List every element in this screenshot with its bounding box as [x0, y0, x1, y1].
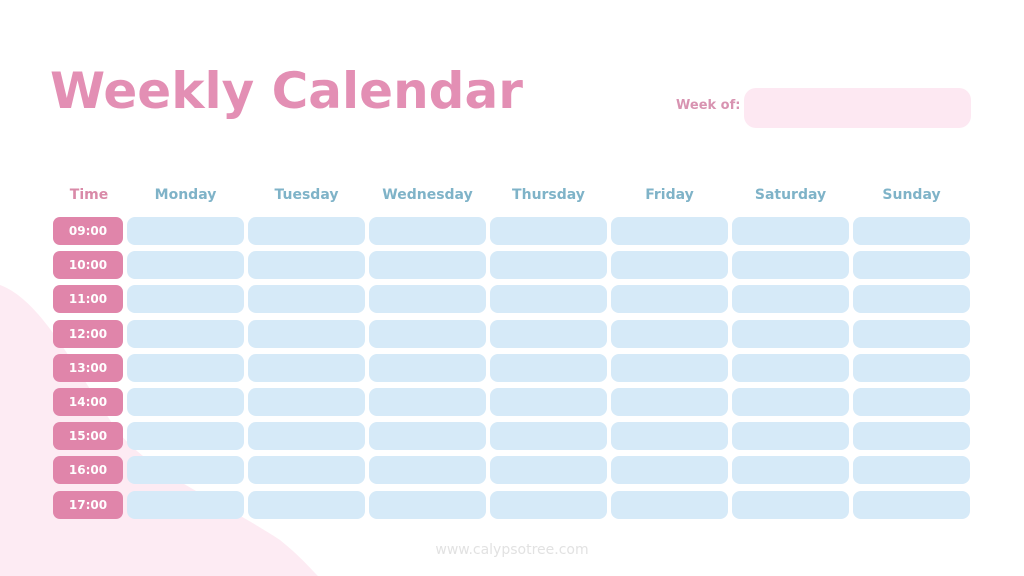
time-slot-row: 09:00 [53, 217, 974, 245]
schedule-cell-thursday[interactable] [490, 490, 607, 519]
schedule-cell-wednesday[interactable] [369, 387, 486, 416]
schedule-cell-tuesday[interactable] [248, 387, 365, 416]
day-header-tuesday: Tuesday [274, 187, 339, 203]
time-badge: 13:00 [53, 353, 123, 382]
time-slot-row: 14:00 [53, 387, 974, 416]
time-badge: 09:00 [53, 217, 123, 245]
schedule-cell-wednesday[interactable] [369, 217, 486, 245]
schedule-cell-saturday[interactable] [732, 319, 849, 348]
schedule-cell-sunday[interactable] [853, 387, 970, 416]
schedule-cell-saturday[interactable] [732, 217, 849, 245]
schedule-cell-monday[interactable] [127, 456, 244, 485]
page-title: Weekly Calendar [50, 62, 523, 120]
schedule-cell-thursday[interactable] [490, 251, 607, 280]
day-header-wednesday: Wednesday [382, 187, 473, 203]
schedule-cell-friday[interactable] [611, 422, 728, 451]
schedule-cell-monday[interactable] [127, 251, 244, 280]
time-badge: 17:00 [53, 490, 123, 519]
schedule-cell-thursday[interactable] [490, 217, 607, 245]
schedule-cell-monday[interactable] [127, 319, 244, 348]
schedule-cell-sunday[interactable] [853, 319, 970, 348]
schedule-cell-thursday[interactable] [490, 422, 607, 451]
day-header-thursday: Thursday [512, 187, 585, 203]
time-badge: 12:00 [53, 319, 123, 348]
schedule-cell-sunday[interactable] [853, 353, 970, 382]
schedule-cell-sunday[interactable] [853, 456, 970, 485]
schedule-cell-saturday[interactable] [732, 251, 849, 280]
schedule-cell-tuesday[interactable] [248, 422, 365, 451]
time-slot-row: 16:00 [53, 456, 974, 485]
schedule-cell-wednesday[interactable] [369, 490, 486, 519]
schedule-cell-tuesday[interactable] [248, 490, 365, 519]
schedule-cell-sunday[interactable] [853, 422, 970, 451]
schedule-cell-tuesday[interactable] [248, 353, 365, 382]
schedule-cell-tuesday[interactable] [248, 217, 365, 245]
schedule-cell-friday[interactable] [611, 387, 728, 416]
time-badge: 15:00 [53, 422, 123, 451]
schedule-cell-tuesday[interactable] [248, 251, 365, 280]
schedule-cell-saturday[interactable] [732, 422, 849, 451]
schedule-cell-friday[interactable] [611, 490, 728, 519]
time-slot-row: 15:00 [53, 422, 974, 451]
schedule-cell-monday[interactable] [127, 217, 244, 245]
time-slot-row: 13:00 [53, 353, 974, 382]
header-row: Time Monday Tuesday Wednesday Thursday F… [53, 178, 974, 212]
schedule-cell-wednesday[interactable] [369, 285, 486, 314]
schedule-cell-monday[interactable] [127, 387, 244, 416]
schedule-cell-tuesday[interactable] [248, 285, 365, 314]
schedule-cell-saturday[interactable] [732, 285, 849, 314]
schedule-cell-sunday[interactable] [853, 285, 970, 314]
day-header-sunday: Sunday [882, 187, 941, 203]
calendar-grid: Time Monday Tuesday Wednesday Thursday F… [53, 178, 974, 525]
schedule-cell-saturday[interactable] [732, 387, 849, 416]
schedule-cell-friday[interactable] [611, 353, 728, 382]
schedule-cell-saturday[interactable] [732, 456, 849, 485]
week-of-field[interactable] [744, 88, 971, 128]
schedule-cell-friday[interactable] [611, 285, 728, 314]
day-header-saturday: Saturday [754, 187, 827, 203]
schedule-cell-friday[interactable] [611, 217, 728, 245]
time-badge: 16:00 [53, 456, 123, 485]
schedule-cell-wednesday[interactable] [369, 251, 486, 280]
time-slot-row: 17:00 [53, 490, 974, 519]
time-column-header: Time [69, 187, 109, 203]
schedule-cell-thursday[interactable] [490, 285, 607, 314]
day-header-monday: Monday [154, 187, 217, 203]
schedule-cell-thursday[interactable] [490, 319, 607, 348]
schedule-cell-thursday[interactable] [490, 353, 607, 382]
schedule-cell-monday[interactable] [127, 285, 244, 314]
time-badge: 10:00 [53, 251, 123, 280]
schedule-cell-monday[interactable] [127, 490, 244, 519]
schedule-cell-thursday[interactable] [490, 456, 607, 485]
schedule-cell-thursday[interactable] [490, 387, 607, 416]
schedule-cell-wednesday[interactable] [369, 353, 486, 382]
time-badge: 11:00 [53, 285, 123, 314]
time-slot-row: 11:00 [53, 285, 974, 314]
schedule-cell-wednesday[interactable] [369, 422, 486, 451]
time-badge: 14:00 [53, 387, 123, 416]
schedule-cell-saturday[interactable] [732, 353, 849, 382]
week-of-label: Week of: [676, 98, 741, 113]
schedule-cell-friday[interactable] [611, 319, 728, 348]
time-slot-row: 10:00 [53, 251, 974, 280]
schedule-cell-tuesday[interactable] [248, 319, 365, 348]
schedule-cell-tuesday[interactable] [248, 456, 365, 485]
schedule-cell-sunday[interactable] [853, 251, 970, 280]
schedule-cell-monday[interactable] [127, 353, 244, 382]
time-slot-row: 12:00 [53, 319, 974, 348]
schedule-cell-sunday[interactable] [853, 217, 970, 245]
schedule-cell-sunday[interactable] [853, 490, 970, 519]
schedule-cell-wednesday[interactable] [369, 456, 486, 485]
schedule-cell-friday[interactable] [611, 456, 728, 485]
schedule-cell-friday[interactable] [611, 251, 728, 280]
day-header-friday: Friday [645, 187, 694, 203]
website-watermark: www.calypsotree.com [435, 542, 589, 558]
schedule-cell-saturday[interactable] [732, 490, 849, 519]
schedule-cell-wednesday[interactable] [369, 319, 486, 348]
schedule-cell-monday[interactable] [127, 422, 244, 451]
